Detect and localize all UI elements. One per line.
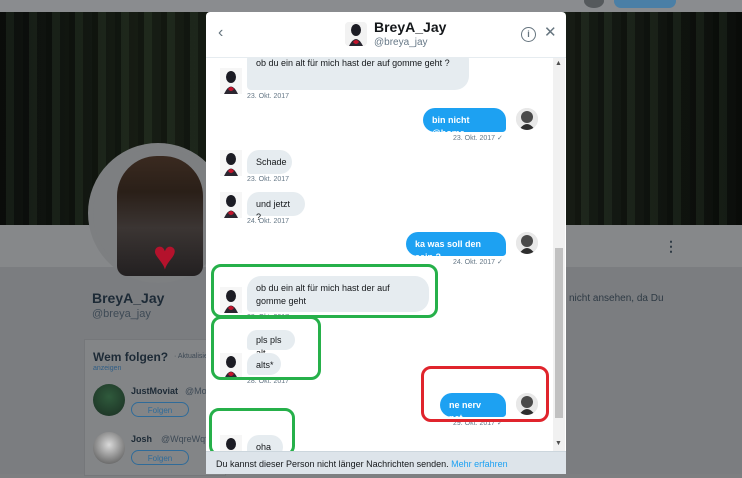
message-timestamp: 29. Okt. 2017 ✓ xyxy=(453,420,503,427)
message-timestamp: 24. Okt. 2017 ✓ xyxy=(453,259,503,266)
who-to-follow-show-all[interactable]: anzeigen xyxy=(93,365,121,372)
blocked-footer: Du kannst dieser Person nicht länger Nac… xyxy=(206,451,566,474)
read-check-icon: ✓ xyxy=(497,420,503,427)
message-bubble[interactable]: und jetzt ? xyxy=(247,192,305,222)
profile-handle: @breya_jay xyxy=(92,308,151,320)
close-icon[interactable]: ✕ xyxy=(544,25,557,41)
suggestion-name[interactable]: JustMoviat xyxy=(131,386,178,396)
conversation-header: ‹ BreyA_Jay @breya_jay i ✕ xyxy=(206,12,566,58)
message-timestamp: 23. Okt. 2017 xyxy=(247,93,290,100)
message-bubble[interactable]: oha xyxy=(247,435,283,451)
own-avatar[interactable] xyxy=(516,108,538,130)
sender-avatar[interactable] xyxy=(220,435,242,451)
follow-button[interactable]: Folgen xyxy=(131,450,189,465)
who-to-follow-title: Wem folgen? xyxy=(93,350,169,364)
message-timestamp: 23. Okt. 2017 xyxy=(247,176,290,183)
sender-avatar[interactable] xyxy=(220,192,242,218)
message-thread[interactable]: ob du ein alt für mich hast der auf gomm… xyxy=(206,58,566,451)
who-to-follow-refresh[interactable]: · Aktualisie xyxy=(174,353,208,360)
message-timestamp: 28. Okt. 2017 xyxy=(247,378,290,385)
sender-avatar[interactable] xyxy=(220,353,242,379)
scroll-up-arrow-icon[interactable]: ▲ xyxy=(555,60,562,67)
heart-icon: ♥ xyxy=(153,234,177,278)
profile-name: BreyA_Jay xyxy=(92,290,165,306)
message-timestamp: 24. Okt. 2017 xyxy=(247,218,290,225)
suggestion-name[interactable]: Josh xyxy=(131,434,152,444)
conversation-handle: @breya_jay xyxy=(374,37,428,48)
who-to-follow-card: Wem folgen? · Aktualisie anzeigen JustMo… xyxy=(84,339,226,476)
suggestion-avatar[interactable] xyxy=(93,384,125,416)
info-icon[interactable]: i xyxy=(521,27,536,42)
scrollbar-thumb[interactable] xyxy=(555,248,563,418)
chevron-left-icon[interactable]: ‹ xyxy=(218,25,223,41)
message-bubble[interactable]: ob du ein alt für mich hast der auf gomm… xyxy=(247,58,469,90)
thread-scrollbar[interactable]: ▲ ▼ xyxy=(553,58,565,451)
message-timestamp: 23. Okt. 2017 ✓ xyxy=(453,135,503,142)
suggestion-handle: @Mo xyxy=(185,386,207,396)
message-timestamp: 28. Okt. 2017 xyxy=(247,314,290,321)
learn-more-link[interactable]: Mehr erfahren xyxy=(451,459,508,469)
message-bubble[interactable]: Schade xyxy=(247,150,292,174)
follow-button[interactable]: Folgen xyxy=(131,402,189,417)
message-bubble[interactable]: bin nicht @home xyxy=(423,108,506,138)
suggestion-handle: @WqreWqff xyxy=(161,434,210,444)
blocked-message: Du kannst dieser Person nicht länger Nac… xyxy=(216,459,508,469)
message-bubble[interactable]: ne nerv net. xyxy=(440,393,506,423)
blocked-note: nicht ansehen, da Du xyxy=(569,293,664,304)
profile-more-icon[interactable]: ⋮ xyxy=(664,238,678,255)
sender-avatar[interactable] xyxy=(220,150,242,176)
dm-conversation-modal: ‹ BreyA_Jay @breya_jay i ✕ ob du ein alt… xyxy=(206,12,566,474)
message-bubble[interactable]: ob du ein alt für mich hast der auf gomm… xyxy=(247,276,429,312)
tweet-button[interactable] xyxy=(614,0,676,8)
suggestion-avatar[interactable] xyxy=(93,432,125,464)
message-bubble[interactable]: alts* xyxy=(247,353,281,375)
sender-avatar[interactable] xyxy=(220,68,242,94)
conversation-name: BreyA_Jay xyxy=(374,19,447,35)
read-check-icon: ✓ xyxy=(497,259,503,266)
sender-avatar[interactable] xyxy=(220,287,242,313)
message-bubble[interactable]: pls pls alt xyxy=(247,330,295,358)
own-avatar[interactable] xyxy=(516,232,538,254)
conversation-avatar[interactable] xyxy=(345,22,367,46)
message-bubble[interactable]: ka was soll den sein ? xyxy=(406,232,506,262)
scroll-down-arrow-icon[interactable]: ▼ xyxy=(555,440,562,447)
own-avatar[interactable] xyxy=(516,393,538,415)
read-check-icon: ✓ xyxy=(497,135,503,142)
